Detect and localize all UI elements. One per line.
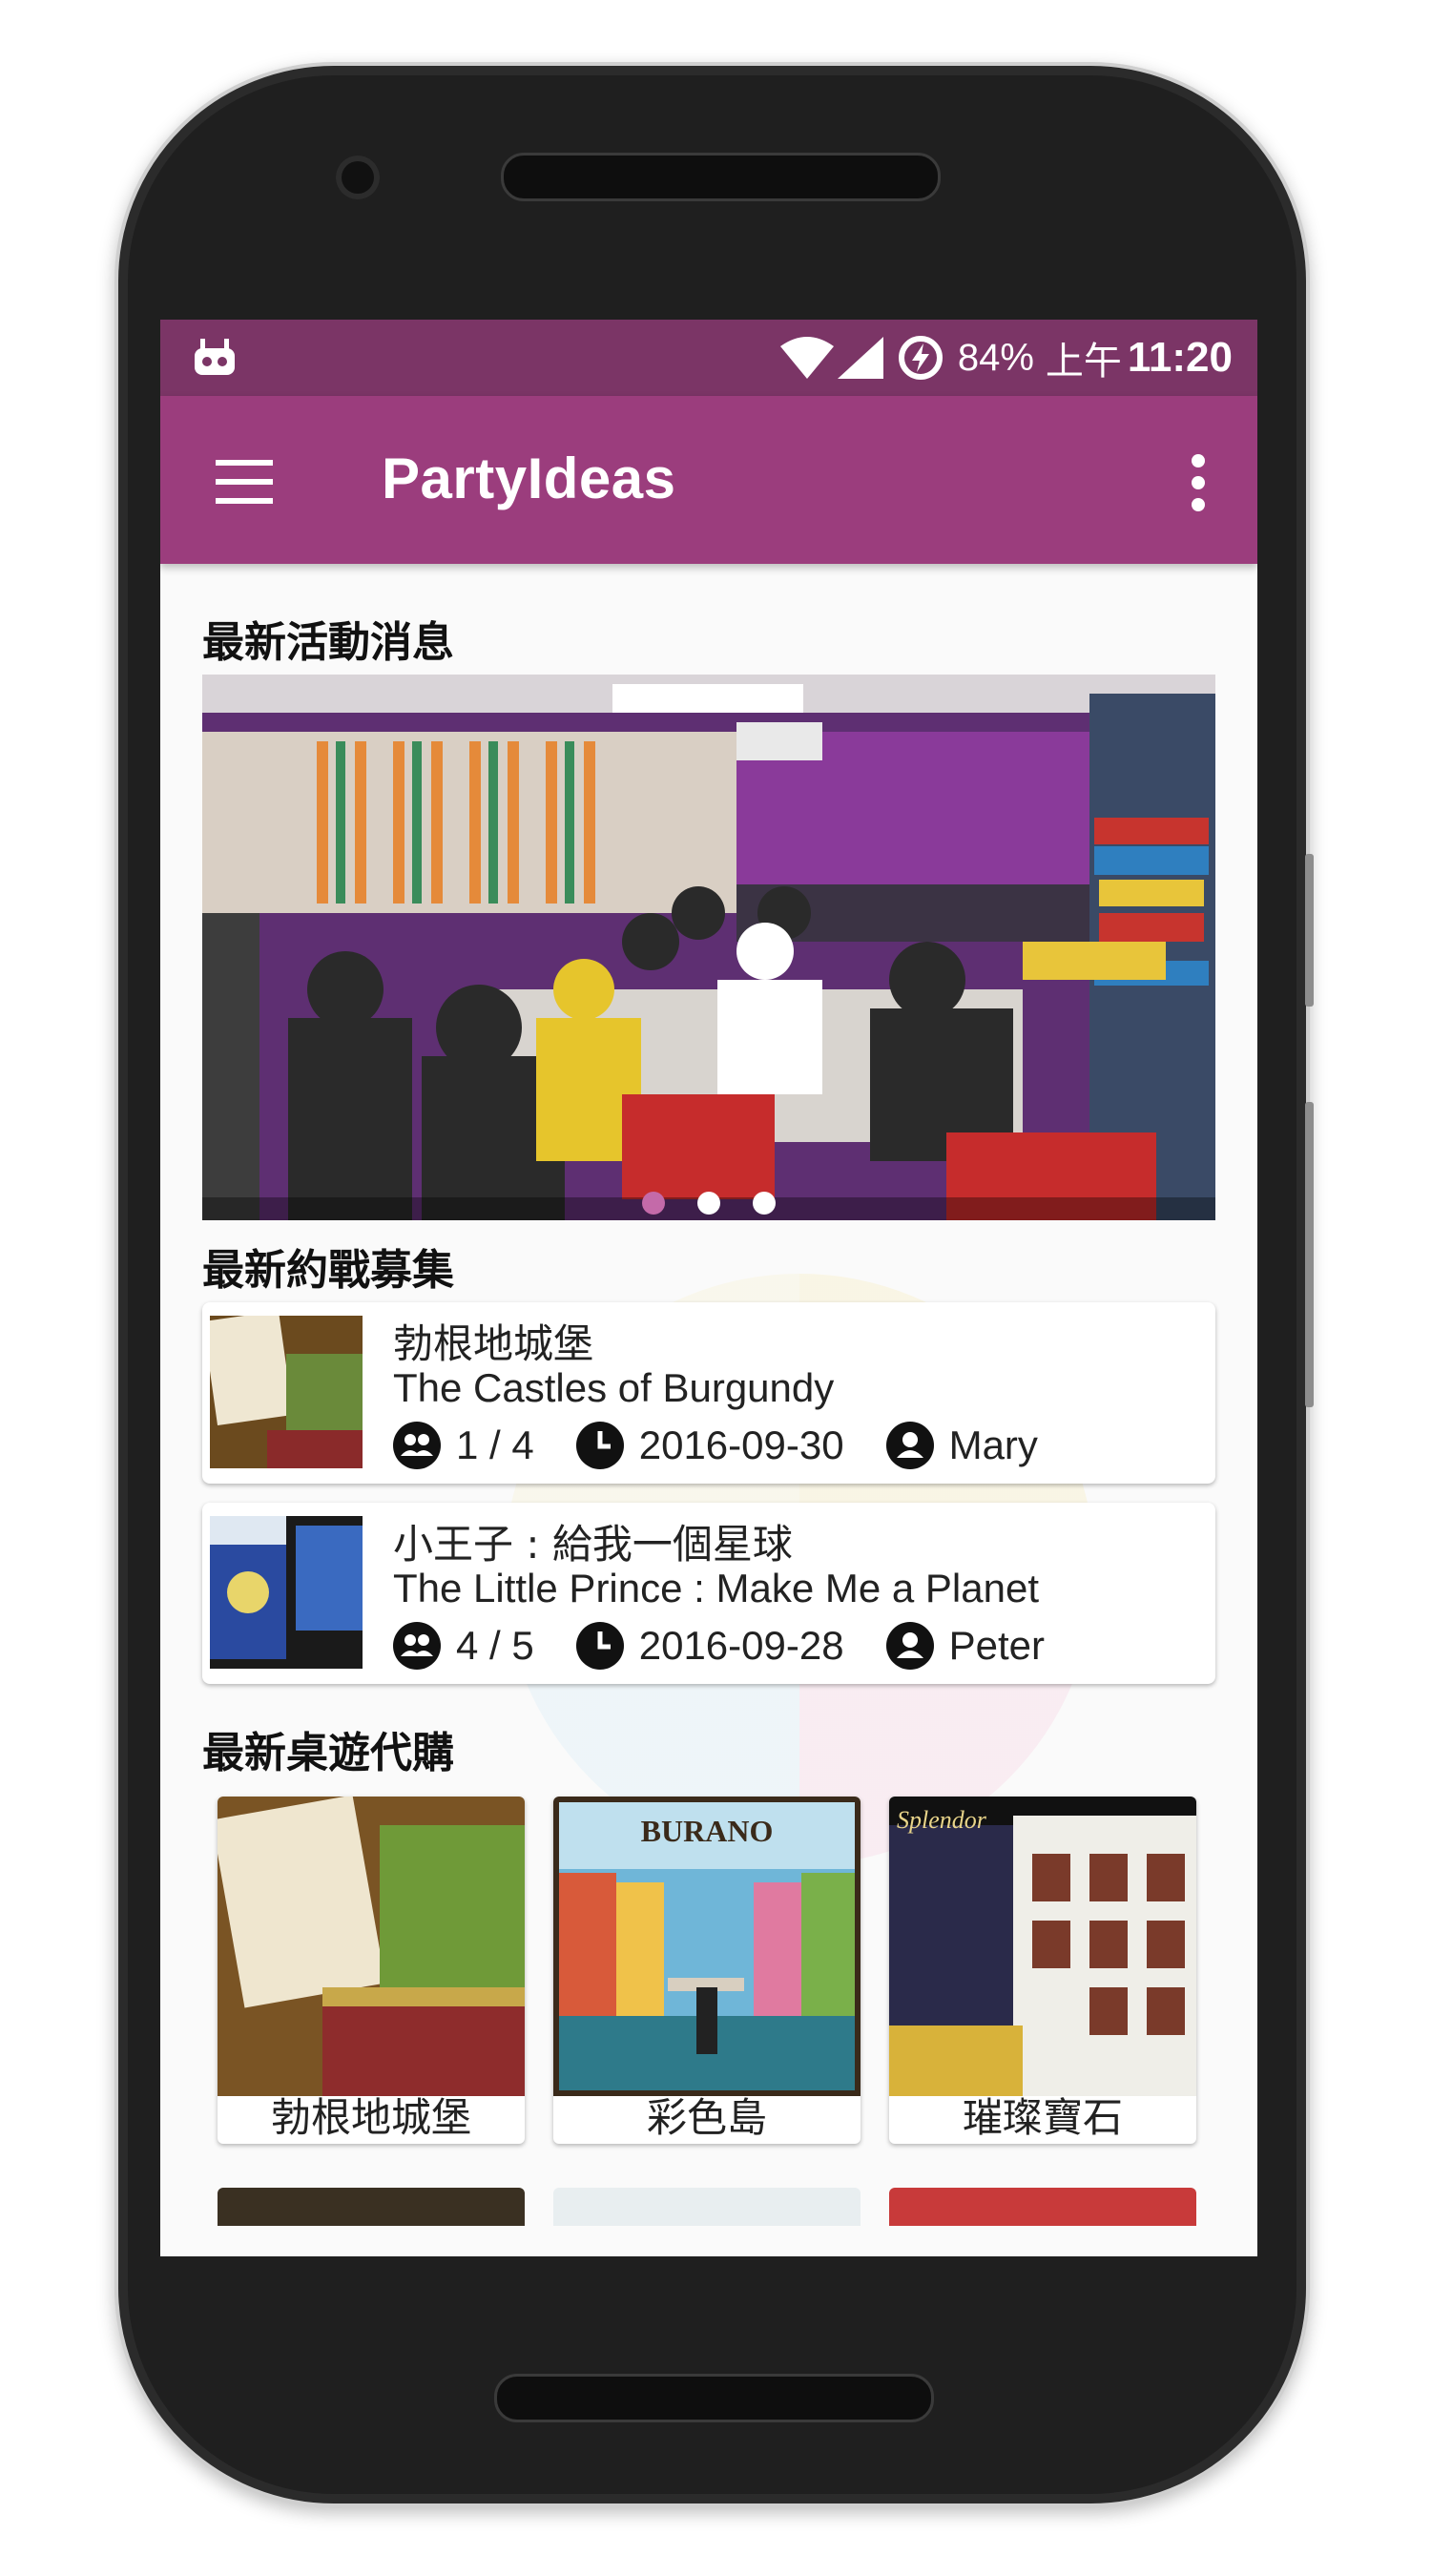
- host-name: Mary: [948, 1423, 1038, 1467]
- banner-page-indicator: [202, 1192, 1215, 1218]
- recruit-card[interactable]: 勃根地城堡 The Castles of Burgundy 1 / 4 2016…: [202, 1302, 1215, 1484]
- event-date: 2016-09-30: [638, 1423, 844, 1467]
- battery-saver-icon: [898, 336, 943, 380]
- players-count: 4 / 5: [456, 1623, 534, 1668]
- android-debug-icon: [195, 339, 235, 375]
- shop-item-label: 璀璨寶石: [962, 2094, 1123, 2141]
- box-title: Splendor: [897, 1806, 986, 1834]
- page-dot-3[interactable]: [753, 1192, 776, 1215]
- app-screen: 84% 上午 11:20 PartyIdeas 最新活動消息 最新約戰募集 勃根…: [160, 320, 1257, 2256]
- card-meta: 4 / 5 2016-09-28 Peter: [393, 1619, 1087, 1672]
- box-title: BURANO: [640, 1814, 774, 1848]
- wifi-icon: [779, 337, 834, 379]
- news-banner[interactable]: [202, 675, 1215, 1220]
- page-dot-1[interactable]: [642, 1192, 665, 1215]
- user-icon: [885, 1622, 934, 1670]
- shop-item-image: [218, 1797, 525, 2096]
- shop-item-peek[interactable]: [218, 2188, 525, 2226]
- players-count: 1 / 4: [456, 1423, 534, 1467]
- bottom-speaker: [494, 2374, 934, 2422]
- section-title-news: 最新活動消息: [202, 618, 454, 667]
- players-icon: [393, 1622, 441, 1670]
- user-icon: [885, 1422, 934, 1469]
- game-title-en: The Castles of Burgundy: [393, 1365, 835, 1410]
- game-thumbnail: [210, 1516, 363, 1669]
- battery-percent: 84%: [957, 336, 1034, 379]
- power-button: [1305, 854, 1314, 1007]
- game-title-en: The Little Prince : Make Me a Planet: [393, 1566, 1039, 1610]
- earpiece-speaker: [501, 153, 941, 201]
- players-icon: [393, 1422, 441, 1469]
- game-thumbnail: [210, 1316, 363, 1468]
- shop-item[interactable]: 勃根地城堡: [218, 1797, 525, 2144]
- shop-item-image: BURANO: [553, 1797, 861, 2096]
- shop-item-label: 勃根地城堡: [270, 2094, 471, 2141]
- banner-party-photo: [202, 675, 1215, 1220]
- clock-icon: [575, 1422, 624, 1469]
- app-title: PartyIdeas: [382, 447, 676, 510]
- hamburger-menu-icon[interactable]: [216, 460, 273, 504]
- event-date: 2016-09-28: [638, 1623, 844, 1668]
- volume-button: [1305, 1102, 1314, 1407]
- shop-item[interactable]: Splendor 璀璨寶石: [889, 1797, 1196, 2144]
- host-name: Peter: [948, 1623, 1045, 1668]
- shop-item-image: Splendor: [889, 1797, 1196, 2096]
- front-camera: [336, 156, 380, 199]
- app-bar: PartyIdeas: [160, 396, 1257, 564]
- game-title-zh: 小王子 : 給我一個星球: [393, 1521, 793, 1568]
- page-dot-2[interactable]: [697, 1192, 720, 1215]
- clock: 11:20: [1127, 334, 1233, 381]
- shop-item-peek[interactable]: [889, 2188, 1196, 2226]
- clock-icon: [575, 1622, 624, 1670]
- card-meta: 1 / 4 2016-09-30 Mary: [393, 1419, 1080, 1472]
- shop-item-peek[interactable]: [553, 2188, 861, 2226]
- section-title-recruit: 最新約戰募集: [202, 1246, 454, 1295]
- shop-item[interactable]: BURANO 彩色島: [553, 1797, 861, 2144]
- section-title-shop: 最新桌遊代購: [202, 1729, 454, 1777]
- status-bar: 84% 上午 11:20: [160, 320, 1257, 396]
- time-prefix: 上午: [1045, 340, 1122, 384]
- game-title-zh: 勃根地城堡: [393, 1320, 594, 1367]
- shop-item-label: 彩色島: [646, 2094, 767, 2141]
- more-vert-icon[interactable]: [1189, 453, 1208, 512]
- cell-signal-icon: [837, 337, 883, 379]
- recruit-card[interactable]: 小王子 : 給我一個星球 The Little Prince : Make Me…: [202, 1503, 1215, 1684]
